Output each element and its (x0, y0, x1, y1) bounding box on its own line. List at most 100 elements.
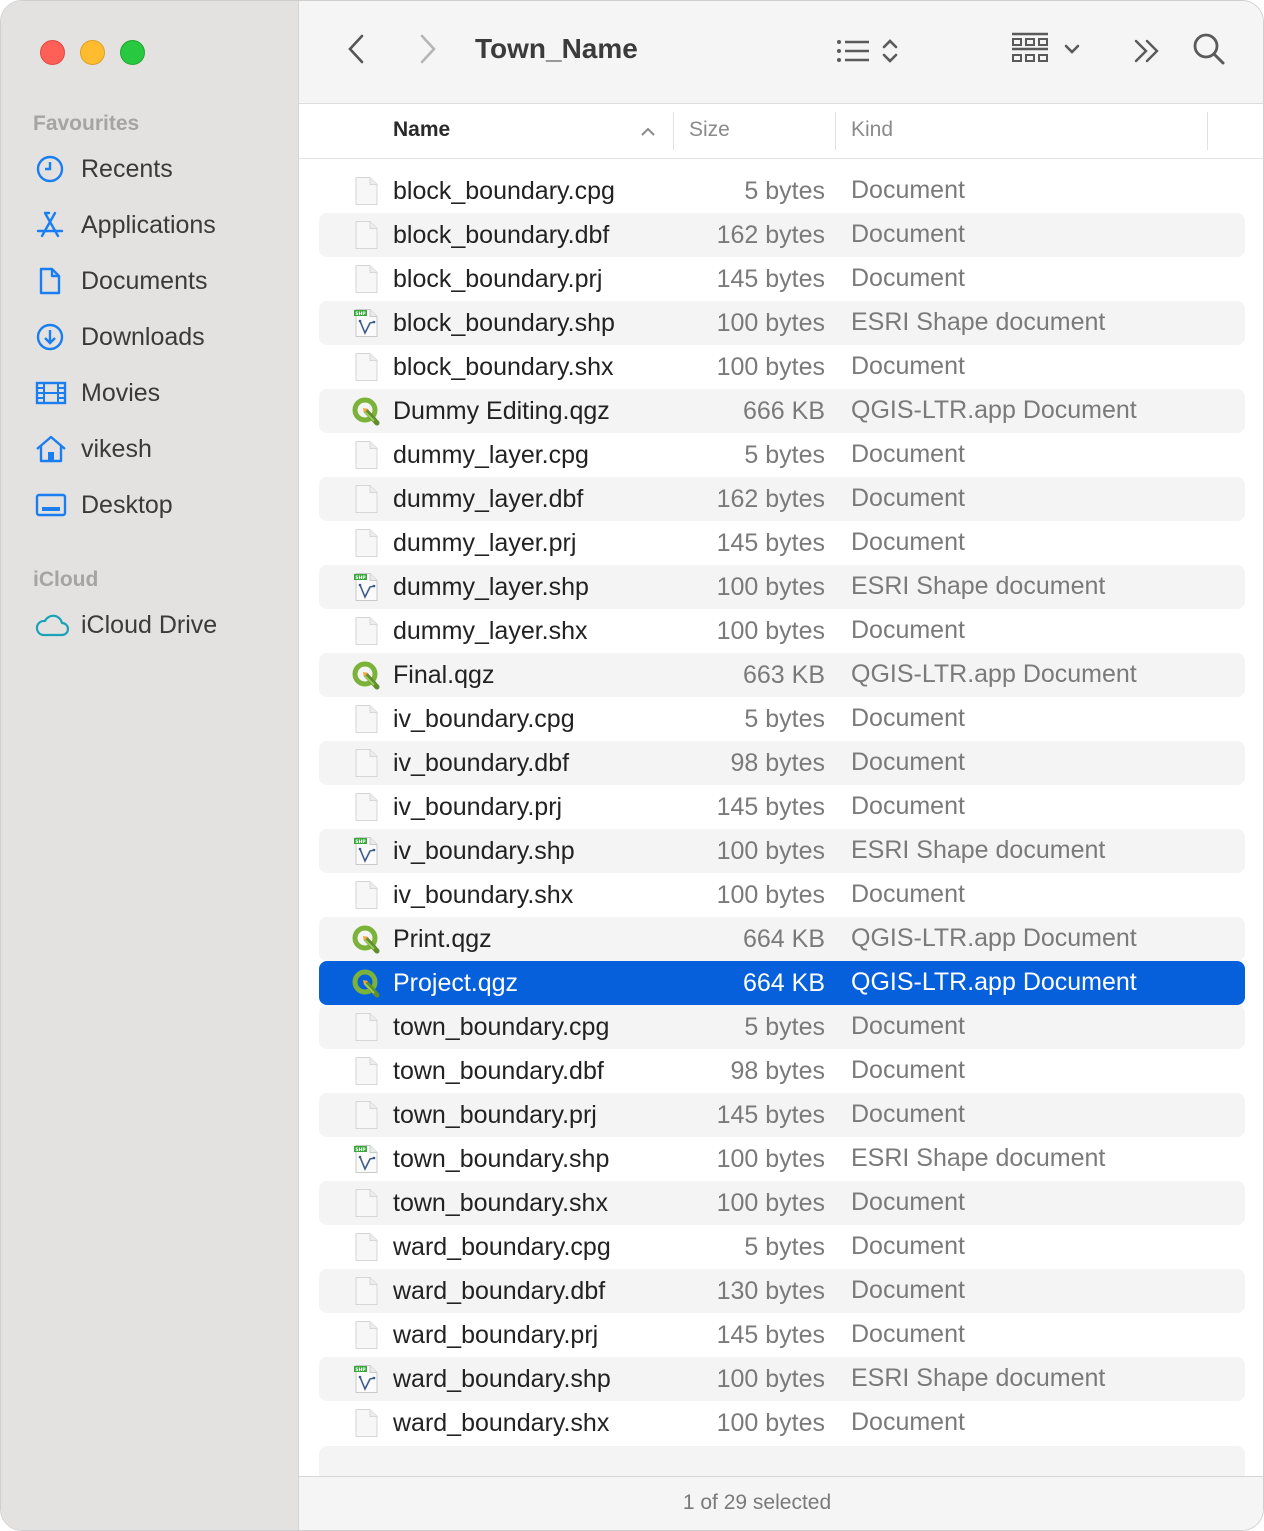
file-row[interactable]: SHP block_boundary.shp 100 bytes ESRI Shape… (319, 301, 1245, 345)
home-icon (35, 434, 69, 464)
svg-text:SHP: SHP (355, 1147, 366, 1153)
sort-ascending-icon[interactable] (639, 124, 657, 142)
sidebar-item-downloads[interactable]: Downloads (35, 317, 285, 357)
file-kind: ESRI Shape document (851, 572, 1106, 600)
file-row[interactable]: SHP iv_boundary.shp 100 bytes ESRI Shape do… (319, 829, 1245, 873)
column-separator[interactable] (1207, 112, 1208, 150)
clock-icon (35, 154, 69, 184)
sidebar-item-desktop[interactable]: Desktop (35, 485, 285, 525)
sidebar-item-movies[interactable]: Movies (35, 373, 285, 413)
file-name: dummy_layer.dbf (393, 485, 584, 513)
sidebar-item-recents[interactable]: Recents (35, 149, 285, 189)
view-options-button[interactable] (829, 33, 905, 73)
file-row[interactable]: Final.qgz 663 KB QGIS-LTR.app Document (319, 653, 1245, 697)
column-separator[interactable] (835, 112, 836, 150)
file-row[interactable]: town_boundary.prj 145 bytes Document (319, 1093, 1245, 1137)
maximize-window-button[interactable] (120, 40, 145, 65)
file-kind: QGIS-LTR.app Document (851, 660, 1137, 688)
file-row[interactable]: dummy_layer.dbf 162 bytes Document (319, 477, 1245, 521)
column-separator[interactable] (673, 112, 674, 150)
file-name: town_boundary.prj (393, 1101, 597, 1129)
chevron-left-icon (346, 33, 366, 70)
file-size: 100 bytes (716, 309, 825, 337)
file-row[interactable]: block_boundary.prj 145 bytes Document (319, 257, 1245, 301)
back-button[interactable] (339, 33, 373, 69)
file-row[interactable]: SHP town_boundary.shp 100 bytes ESRI Shape … (319, 1137, 1245, 1181)
file-name: dummy_layer.shp (393, 573, 589, 601)
close-window-button[interactable] (40, 40, 65, 65)
file-kind: Document (851, 1188, 965, 1216)
file-row[interactable]: Project.qgz 664 KB QGIS-LTR.app Document (319, 961, 1245, 1005)
file-kind: Document (851, 748, 965, 776)
file-kind: Document (851, 484, 965, 512)
file-size: 5 bytes (744, 1013, 825, 1041)
file-row[interactable]: dummy_layer.shx 100 bytes Document (319, 609, 1245, 653)
search-button[interactable] (1189, 31, 1229, 71)
file-row[interactable]: iv_boundary.cpg 5 bytes Document (319, 697, 1245, 741)
sidebar-item-documents[interactable]: Documents (35, 261, 285, 301)
minimize-window-button[interactable] (80, 40, 105, 65)
more-toolbar-items-button[interactable] (1129, 33, 1165, 73)
file-row[interactable]: block_boundary.cpg 5 bytes Document (319, 169, 1245, 213)
file-row[interactable]: Print.qgz 664 KB QGIS-LTR.app Document (319, 917, 1245, 961)
file-row[interactable]: block_boundary.dbf 162 bytes Document (319, 213, 1245, 257)
document-file-icon (351, 264, 381, 294)
applications-icon (35, 210, 69, 240)
sidebar-item-label: Applications (81, 210, 216, 239)
file-row[interactable]: block_boundary.shx 100 bytes Document (319, 345, 1245, 389)
sidebar-item-icloud-drive[interactable]: iCloud Drive (35, 605, 285, 645)
shapefile-icon: SHP (351, 572, 381, 602)
file-row[interactable]: dummy_layer.prj 145 bytes Document (319, 521, 1245, 565)
document-file-icon (351, 220, 381, 250)
file-row[interactable]: dummy_layer.cpg 5 bytes Document (319, 433, 1245, 477)
file-row[interactable]: iv_boundary.dbf 98 bytes Document (319, 741, 1245, 785)
file-row[interactable]: iv_boundary.shx 100 bytes Document (319, 873, 1245, 917)
column-header-name[interactable]: Name (393, 118, 450, 142)
file-name: Final.qgz (393, 661, 495, 689)
column-header-size[interactable]: Size (689, 118, 730, 142)
download-icon (35, 322, 69, 352)
sidebar-item-applications[interactable]: Applications (35, 205, 285, 245)
file-row[interactable]: ward_boundary.dbf 130 bytes Document (319, 1269, 1245, 1313)
file-kind: ESRI Shape document (851, 308, 1106, 336)
file-size: 130 bytes (716, 1277, 825, 1305)
file-row[interactable]: ward_boundary.cpg 5 bytes Document (319, 1225, 1245, 1269)
file-row[interactable]: SHP ward_boundary.shp 100 bytes ESRI Shape … (319, 1357, 1245, 1401)
sidebar-item-label: iCloud Drive (81, 610, 218, 639)
search-icon (1192, 32, 1226, 71)
group-button[interactable] (1005, 31, 1085, 71)
document-file-icon (351, 484, 381, 514)
forward-button[interactable] (411, 33, 445, 69)
cloud-icon (35, 610, 69, 640)
document-file-icon (351, 528, 381, 558)
file-row[interactable]: Dummy Editing.qgz 666 KB QGIS-LTR.app Docu… (319, 389, 1245, 433)
file-name: iv_boundary.prj (393, 793, 563, 821)
file-name: Project.qgz (393, 969, 519, 997)
file-kind: Document (851, 1012, 965, 1040)
file-row[interactable]: town_boundary.cpg 5 bytes Document (319, 1005, 1245, 1049)
document-file-icon (351, 748, 381, 778)
sidebar-item-vikesh[interactable]: vikesh (35, 429, 285, 469)
document-file-icon (351, 1012, 381, 1042)
file-name: town_boundary.cpg (393, 1013, 610, 1041)
file-size: 664 KB (742, 969, 825, 997)
file-name: block_boundary.prj (393, 265, 603, 293)
file-name: iv_boundary.cpg (393, 705, 575, 733)
file-name: Dummy Editing.qgz (393, 397, 610, 425)
file-size: 100 bytes (716, 1145, 825, 1173)
file-name: block_boundary.cpg (393, 177, 615, 205)
file-kind: Document (851, 1408, 965, 1436)
file-row[interactable]: ward_boundary.prj 145 bytes Document (319, 1313, 1245, 1357)
document-file-icon (351, 1232, 381, 1262)
file-name: dummy_layer.cpg (393, 441, 589, 469)
file-size: 162 bytes (716, 485, 825, 513)
file-size: 145 bytes (716, 529, 825, 557)
column-header-kind[interactable]: Kind (851, 118, 893, 142)
file-row[interactable]: town_boundary.dbf 98 bytes Document (319, 1049, 1245, 1093)
chevron-down-icon (1064, 42, 1080, 60)
file-row[interactable]: town_boundary.shx 100 bytes Document (319, 1181, 1245, 1225)
file-row[interactable]: iv_boundary.prj 145 bytes Document (319, 785, 1245, 829)
sidebar-section-favourites: Favourites (33, 112, 140, 135)
file-row[interactable]: SHP dummy_layer.shp 100 bytes ESRI Shape do… (319, 565, 1245, 609)
file-row[interactable]: ward_boundary.shx 100 bytes Document (319, 1401, 1245, 1445)
